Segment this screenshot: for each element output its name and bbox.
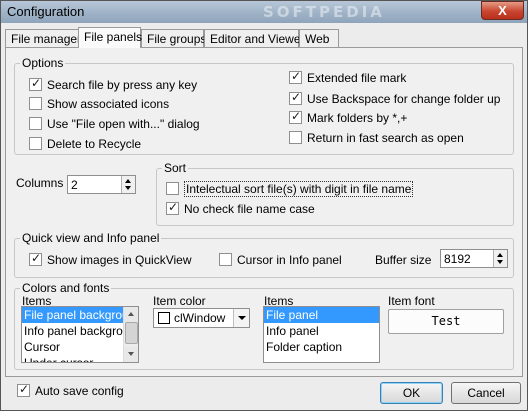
- font-items-list[interactable]: File panel Info panel Folder caption: [263, 306, 380, 363]
- check-icon: ✓: [19, 382, 30, 396]
- checkbox-label: No check file name case: [184, 202, 315, 216]
- checkbox-box: ✓: [289, 109, 302, 124]
- item-font-label: Item font: [388, 294, 435, 308]
- options-legend: Options: [20, 56, 66, 70]
- check-icon: ✓: [291, 109, 302, 123]
- checkbox-label: Auto save config: [35, 384, 124, 398]
- checkbox-box: [219, 253, 232, 266]
- checkbox-label: Show images in QuickView: [47, 253, 192, 267]
- checkbox-box: [289, 131, 302, 144]
- colors-fonts-group: Colors and fonts Items File panel backgr…: [14, 281, 514, 370]
- check-icon: ✓: [291, 69, 302, 83]
- file-panels-page: Options ✓ Search file by press any key S…: [5, 47, 523, 377]
- buffer-size-value: 8192: [444, 252, 471, 266]
- tab-editor-viewer[interactable]: Editor and Viewer: [204, 29, 305, 48]
- list-item[interactable]: Cursor: [22, 339, 138, 355]
- list-item[interactable]: Folder caption: [264, 339, 379, 355]
- scroll-thumb[interactable]: [125, 322, 138, 344]
- list-item[interactable]: Info panel background: [22, 323, 138, 339]
- checkbox-box: [29, 137, 42, 150]
- options-group: Options ✓ Search file by press any key S…: [14, 56, 514, 155]
- checkbox-label: Search file by press any key: [47, 78, 198, 92]
- checkbox-box: ✓: [166, 200, 179, 215]
- checkbox-box: [29, 117, 42, 130]
- columns-value: 2: [71, 178, 78, 192]
- check-icon: ✓: [291, 90, 302, 104]
- checkbox-label: Use "File open with..." dialog: [47, 117, 200, 131]
- checkbox-label: Return in fast search as open: [307, 131, 464, 145]
- checkbox-label: Cursor in Info panel: [237, 253, 342, 267]
- check-icon: ✓: [31, 76, 42, 90]
- list-item[interactable]: Info panel: [264, 323, 379, 339]
- scroll-up-icon[interactable]: [124, 307, 138, 322]
- cancel-button[interactable]: Cancel: [451, 382, 521, 404]
- checkbox-label: Use Backspace for change folder up: [307, 92, 501, 106]
- item-color-dropdown[interactable]: clWindow: [153, 308, 250, 328]
- checkbox-label: Intelectual sort file(s) with digit in f…: [184, 181, 414, 197]
- item-color-value: clWindow: [174, 311, 226, 325]
- checkbox-box: [166, 182, 179, 195]
- checkbox-label: Mark folders by *,+: [307, 111, 408, 125]
- spinner-arrows[interactable]: [493, 250, 507, 267]
- checkbox-box: ✓: [29, 251, 42, 266]
- tab-file-groups[interactable]: File groups: [141, 29, 206, 48]
- color-swatch: [158, 312, 170, 324]
- checkbox-box: ✓: [289, 69, 302, 84]
- title-bar[interactable]: Configuration SOFTPEDIA X: [1, 1, 527, 23]
- tab-file-panels[interactable]: File panels: [78, 27, 142, 48]
- window-title: Configuration: [7, 4, 85, 19]
- color-items-list[interactable]: File panel background Info panel backgro…: [21, 306, 139, 363]
- sort-group: Sort Intelectual sort file(s) with digit…: [156, 161, 514, 226]
- softpedia-watermark: SOFTPEDIA: [263, 3, 385, 21]
- checkbox-label: Delete to Recycle: [47, 137, 142, 151]
- buffer-size-label: Buffer size: [375, 253, 432, 267]
- buffer-size-spinner[interactable]: 8192: [440, 249, 508, 268]
- list-item[interactable]: File panel background: [22, 307, 138, 323]
- arrow-down-icon[interactable]: [497, 260, 503, 264]
- colors-fonts-legend: Colors and fonts: [20, 281, 112, 295]
- close-icon: X: [498, 3, 507, 18]
- close-button[interactable]: X: [481, 1, 524, 20]
- configuration-window: Configuration SOFTPEDIA X File manager F…: [0, 0, 528, 411]
- scrollbar[interactable]: [123, 307, 138, 362]
- checkbox-label: Extended file mark: [307, 71, 407, 85]
- tab-web[interactable]: Web: [299, 29, 339, 48]
- checkbox-box: ✓: [29, 76, 42, 91]
- list-item[interactable]: Under cursor: [22, 355, 138, 362]
- arrow-up-icon[interactable]: [497, 253, 503, 257]
- test-font-button[interactable]: Test: [388, 309, 504, 334]
- columns-label: Columns: [16, 176, 64, 190]
- checkbox-box: ✓: [17, 382, 30, 397]
- sort-legend: Sort: [162, 161, 189, 175]
- arrow-down-icon[interactable]: [125, 186, 131, 190]
- columns-spinner[interactable]: 2: [67, 175, 136, 194]
- arrow-up-icon[interactable]: [125, 179, 131, 183]
- check-icon: ✓: [168, 200, 179, 214]
- checkbox-box: ✓: [289, 90, 302, 105]
- scroll-down-icon[interactable]: [124, 347, 138, 362]
- check-icon: ✓: [31, 251, 42, 265]
- checkbox-label: Show associated icons: [47, 97, 170, 111]
- tab-file-manager[interactable]: File manager: [5, 29, 81, 48]
- quickview-group: Quick view and Info panel ✓ Show images …: [14, 231, 514, 278]
- list-item[interactable]: File panel: [264, 307, 379, 323]
- spinner-arrows[interactable]: [121, 176, 135, 193]
- item-color-label: Item color: [153, 294, 206, 308]
- checkbox-box: [29, 97, 42, 110]
- quickview-legend: Quick view and Info panel: [20, 231, 162, 245]
- ok-button[interactable]: OK: [380, 382, 443, 404]
- chevron-down-icon[interactable]: [233, 309, 249, 327]
